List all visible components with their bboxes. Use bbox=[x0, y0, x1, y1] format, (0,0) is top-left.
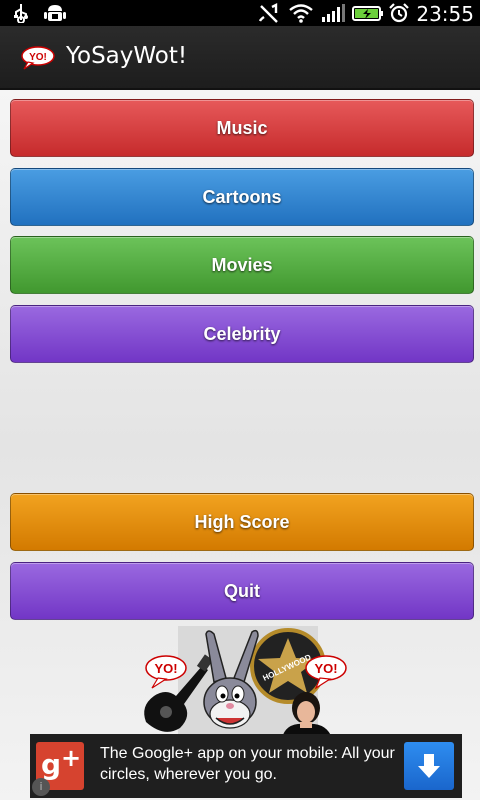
wifi-icon bbox=[288, 3, 314, 28]
download-button[interactable] bbox=[404, 742, 454, 790]
status-time: 23:55 bbox=[416, 2, 474, 26]
ad-banner[interactable]: g + The Google+ app on your mobile: All … bbox=[30, 734, 462, 798]
cartoons-button[interactable]: Cartoons bbox=[10, 168, 474, 226]
app-bar: YO! YoSayWot! bbox=[0, 26, 480, 90]
usb-icon bbox=[12, 3, 30, 28]
download-arrow-icon bbox=[418, 754, 440, 778]
battery-icon bbox=[352, 3, 384, 28]
ad-text: The Google+ app on your mobile: All your… bbox=[100, 745, 395, 783]
mute-icon bbox=[258, 3, 280, 28]
app-logo: YO! bbox=[20, 45, 56, 76]
android-debug-icon bbox=[44, 3, 66, 28]
music-button[interactable]: Music bbox=[10, 99, 474, 157]
celebrity-button[interactable]: Celebrity bbox=[10, 305, 474, 363]
high-score-button[interactable]: High Score bbox=[10, 493, 474, 551]
app-title: YoSayWot! bbox=[66, 43, 188, 69]
svg-text:YO!: YO! bbox=[314, 661, 337, 676]
category-artwork: HOLLYWOOD YO! YO! bbox=[136, 626, 350, 738]
movies-button[interactable]: Movies bbox=[10, 236, 474, 294]
ad-info-icon[interactable]: i bbox=[32, 778, 50, 796]
status-bar: 23:55 bbox=[0, 0, 480, 26]
svg-text:YO!: YO! bbox=[154, 661, 177, 676]
alarm-icon bbox=[388, 3, 410, 28]
quit-button[interactable]: Quit bbox=[10, 562, 474, 620]
svg-text:YO!: YO! bbox=[29, 52, 47, 63]
signal-icon bbox=[320, 3, 348, 28]
